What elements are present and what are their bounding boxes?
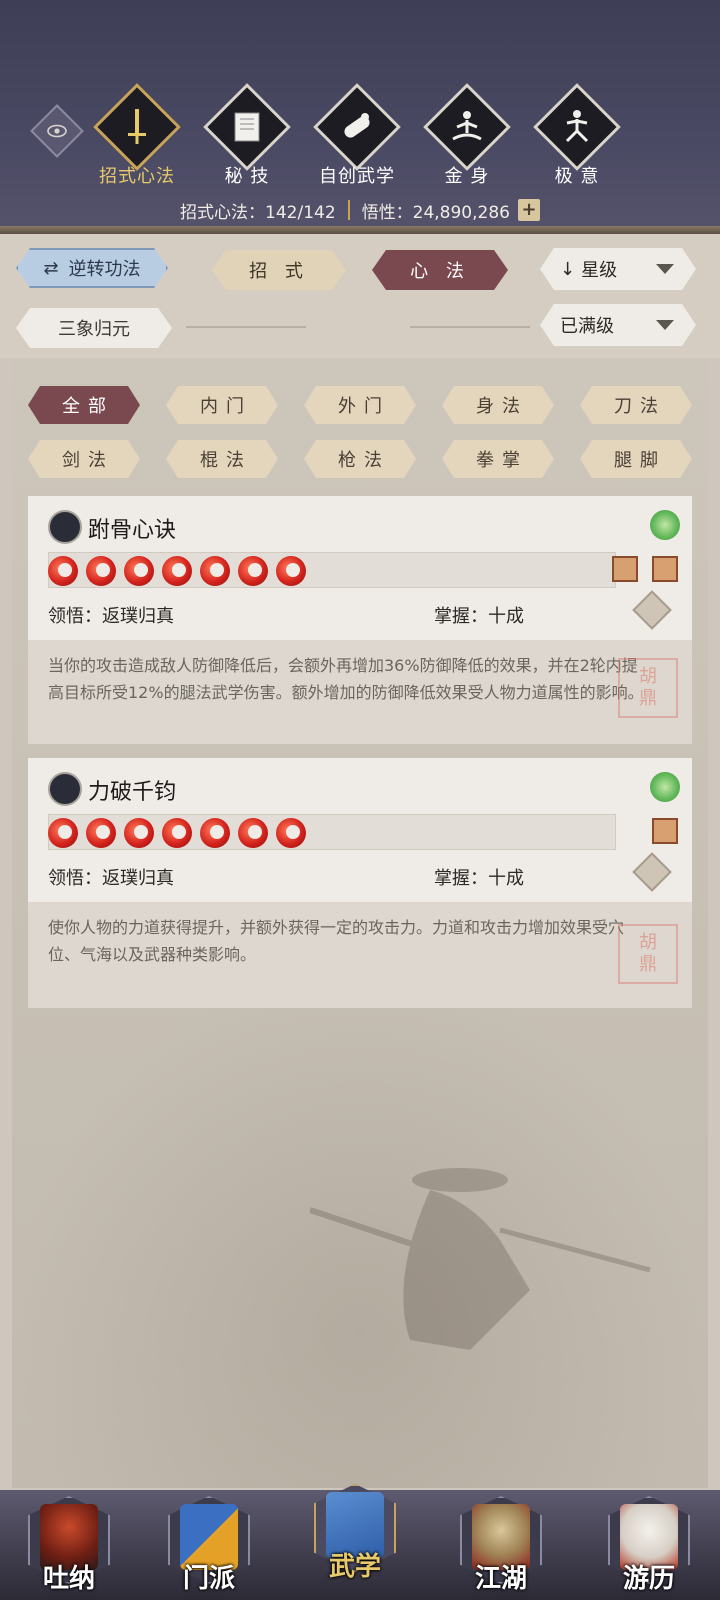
filter-outer-school[interactable]: 外门	[304, 386, 416, 424]
insight-value: 悟性：24,890,286	[361, 202, 510, 223]
decorative-line	[186, 326, 306, 328]
sort-direction-icon: ↓	[560, 258, 576, 280]
tab-mind-methods[interactable]: 心 法	[372, 250, 508, 290]
skill-description: 使你人物的力道获得提升，并额外获得一定的攻击力。力道和攻击力增加效果受穴位、气海…	[48, 918, 625, 964]
nav-label: 游历	[622, 1564, 675, 1594]
sword-icon	[102, 92, 172, 162]
filter-blade[interactable]: 刀法	[580, 386, 692, 424]
nav-travel[interactable]: 游历	[594, 1490, 704, 1600]
chevron-down-icon	[656, 320, 674, 330]
flame-star-icon	[162, 818, 192, 848]
divider	[347, 200, 350, 220]
seal-stamp: 胡鼎	[618, 658, 678, 718]
chevron-down-icon	[656, 264, 674, 274]
nav-martial-arts[interactable]: 武学	[300, 1478, 410, 1588]
brush-icon	[612, 556, 638, 582]
tab-secret-skills[interactable]: 秘 技	[194, 83, 294, 190]
skill-type-icon	[48, 772, 82, 806]
flame-star-icon	[200, 556, 230, 586]
flame-star-icon	[276, 818, 306, 848]
tab-golden-body[interactable]: 金 身	[414, 83, 514, 190]
nav-jianghu[interactable]: 江湖	[446, 1490, 556, 1600]
wanderer-silhouette	[310, 1168, 651, 1350]
tab-moves[interactable]: 招 式	[212, 250, 346, 290]
book-icon	[212, 92, 282, 162]
swirl-icon[interactable]	[650, 510, 680, 540]
skill-card[interactable]: 跗骨心诀 领悟：返璞归真 掌握：十成 当你的攻击造成敌人防御降低后，会额外再增加…	[28, 496, 692, 744]
martial-stance-icon	[542, 92, 612, 162]
skill-type-icon	[48, 510, 82, 544]
flame-star-icon	[162, 556, 192, 586]
tab-label: 金 身	[444, 166, 490, 187]
skills-count: 招式心法：142/142	[180, 202, 336, 223]
flame-star-icon	[86, 556, 116, 586]
skill-name: 力破千钧	[88, 780, 177, 805]
level-dropdown[interactable]: 已满级	[540, 304, 696, 346]
mastery-label: 掌握：十成	[434, 606, 524, 627]
swap-icon: ⇄	[43, 257, 59, 279]
scroll-icon	[322, 92, 392, 162]
tab-moves-and-mind[interactable]: 招式心法	[84, 83, 184, 190]
add-insight-button[interactable]: +	[517, 199, 540, 221]
flame-star-icon	[238, 556, 268, 586]
filter-leg[interactable]: 腿脚	[580, 440, 692, 478]
nav-label: 门派	[182, 1564, 235, 1594]
skill-name: 跗骨心诀	[88, 518, 177, 543]
filter-fist-palm[interactable]: 拳掌	[442, 440, 554, 478]
sort-dropdown[interactable]: ↓ 星级	[540, 248, 696, 290]
filter-inner-school[interactable]: 内门	[166, 386, 278, 424]
nav-breathing[interactable]: 吐纳	[14, 1490, 124, 1600]
nav-label: 吐纳	[42, 1564, 95, 1594]
stats-row: 招式心法：142/142 悟性：24,890,286 +	[0, 196, 720, 224]
skill-description: 当你的攻击造成敌人防御降低后，会额外再增加36%防御降低的效果，并在2轮内提高目…	[48, 656, 644, 702]
filter-sword[interactable]: 剑法	[28, 440, 140, 478]
flame-star-icon	[238, 818, 268, 848]
flame-star-icon	[48, 818, 78, 848]
flame-star-icon	[124, 556, 154, 586]
skill-card[interactable]: 力破千钧 领悟：返璞归真 掌握：十成 使你人物的力道获得提升，并额外获得一定的攻…	[28, 758, 692, 1008]
filter-staff[interactable]: 棍法	[166, 440, 278, 478]
flame-star-icon	[200, 818, 230, 848]
sort-value: 星级	[581, 260, 618, 281]
filter-all[interactable]: 全部	[28, 386, 140, 424]
reverse-technique-button[interactable]: ⇄ 逆转功法	[16, 248, 168, 288]
tab-ultimate-intent[interactable]: 极 意	[524, 83, 624, 190]
reverse-label: 逆转功法	[68, 259, 141, 280]
eye-icon	[40, 114, 74, 148]
tab-label: 秘 技	[224, 166, 270, 187]
comprehension-label: 领悟：返璞归真	[48, 606, 174, 627]
swirl-icon[interactable]	[650, 772, 680, 802]
level-value: 已满级	[560, 316, 614, 337]
meditation-icon	[432, 92, 502, 162]
flame-star-icon	[86, 818, 116, 848]
strength-icon	[652, 818, 678, 844]
nav-sect[interactable]: 门派	[154, 1490, 264, 1600]
decorative-line	[410, 326, 530, 328]
flame-star-icon	[124, 818, 154, 848]
header-divider	[0, 226, 720, 234]
flame-star-icon	[48, 556, 78, 586]
filter-spear[interactable]: 枪法	[304, 440, 416, 478]
tab-label: 自创武学	[319, 166, 395, 187]
tab-label: 极 意	[554, 166, 600, 187]
comprehension-label: 领悟：返璞归真	[48, 868, 174, 889]
seal-stamp: 胡鼎	[618, 924, 678, 984]
flame-star-icon	[276, 556, 306, 586]
nav-label: 武学	[328, 1552, 381, 1582]
mastery-label: 掌握：十成	[434, 868, 524, 889]
three-phase-button[interactable]: 三象归元	[16, 308, 172, 348]
nav-label: 江湖	[474, 1564, 527, 1594]
kick-icon	[652, 556, 678, 582]
tab-label: 招式心法	[99, 166, 175, 187]
filter-movement[interactable]: 身法	[442, 386, 554, 424]
tab-self-created[interactable]: 自创武学	[304, 83, 404, 190]
